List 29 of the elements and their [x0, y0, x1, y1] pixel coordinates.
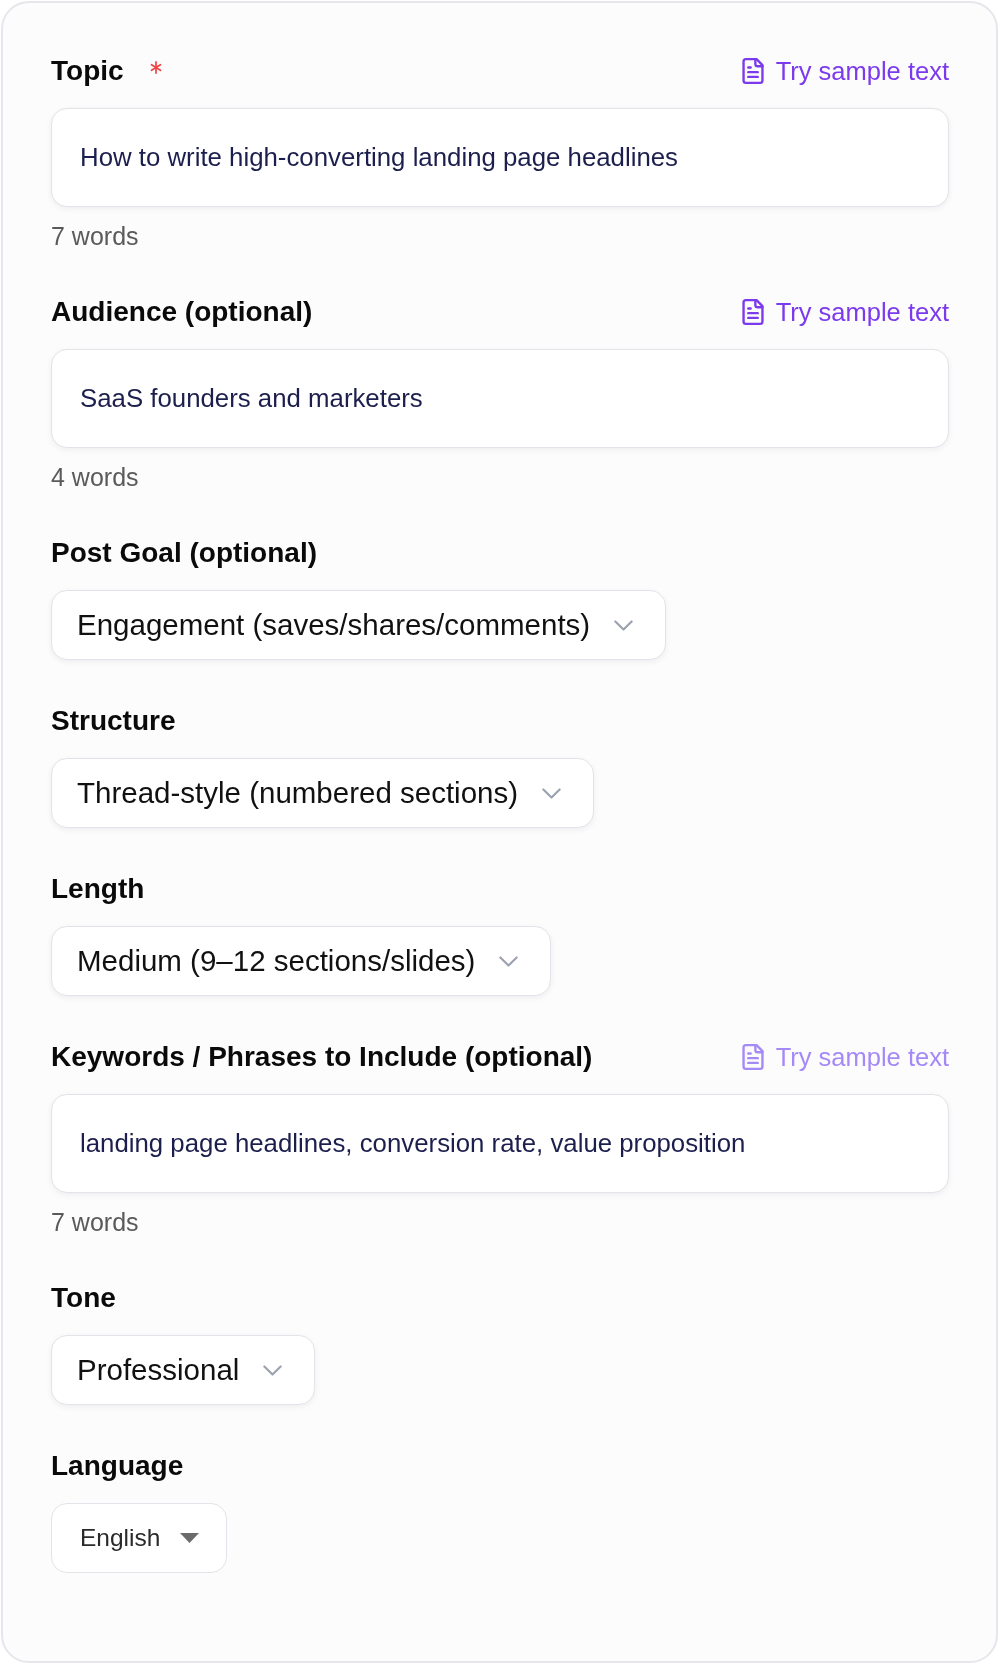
field-label: Structure — [51, 704, 176, 738]
sample-text-link[interactable]: Try sample text — [741, 56, 949, 86]
field-label: Keywords / Phrases to Include (optional) — [51, 1040, 593, 1074]
dropdown-select[interactable]: Professional — [51, 1335, 316, 1405]
field-label: Post Goal (optional) — [51, 536, 317, 570]
dropdown-select[interactable]: Thread-style (numbered sections) — [51, 758, 595, 828]
word-count: 4 words — [51, 462, 139, 492]
field-label: Length — [51, 872, 145, 906]
document-icon — [741, 299, 764, 325]
field-label: Language — [51, 1449, 184, 1483]
sample-text-link[interactable]: Try sample text — [741, 297, 949, 327]
dropdown-select[interactable]: Medium (9–12 sections/slides) — [51, 926, 552, 996]
field-label: Audience (optional) — [51, 295, 313, 329]
dropdown-select[interactable]: English — [51, 1503, 228, 1573]
word-count: 7 words — [51, 1207, 139, 1237]
dropdown-select[interactable]: Engagement (saves/shares/comments) — [51, 590, 667, 660]
text-input-field[interactable]: How to write high-converting landing page headlines — [51, 108, 949, 207]
document-icon — [741, 1044, 764, 1070]
document-icon — [741, 58, 764, 84]
chevron-down-icon — [499, 955, 519, 967]
chevron-down-icon — [263, 1364, 283, 1376]
text-input-field[interactable]: SaaS founders and marketers — [51, 349, 949, 448]
chevron-down-icon — [542, 787, 562, 799]
field-label: Topic — [51, 54, 124, 88]
chevron-down-icon — [614, 619, 634, 631]
caret-down-icon — [180, 1533, 200, 1543]
word-count: 7 words — [51, 221, 139, 251]
text-input-field[interactable]: landing page headlines, conversion rate, value proposition — [51, 1094, 949, 1193]
field-label: Tone — [51, 1281, 116, 1315]
